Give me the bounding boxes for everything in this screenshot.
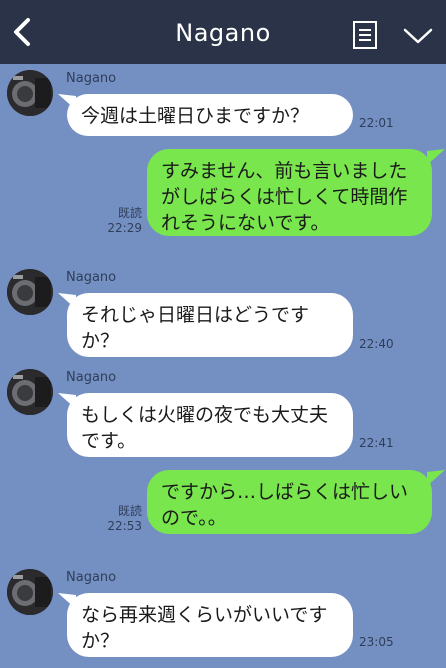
sender-name: Nagano [66, 570, 117, 585]
sender-name: Nagano [66, 370, 117, 385]
avatar-image [7, 569, 53, 615]
avatar[interactable] [7, 70, 53, 116]
message-time: 22:53 [107, 519, 142, 533]
message-bubble[interactable]: 今週は土曜日ひまですか？ [67, 94, 353, 136]
avatar-image [7, 269, 53, 315]
sender-name: Nagano [66, 71, 117, 86]
message-time: 22:01 [359, 116, 394, 130]
read-receipt: 既読 [117, 504, 142, 518]
expand-button[interactable] [402, 26, 434, 46]
avatar[interactable] [7, 569, 53, 615]
avatar[interactable] [7, 369, 53, 415]
avatar-image [7, 70, 53, 116]
message-meta: 既読 22:53 [104, 504, 142, 534]
message-bubble[interactable]: ですから…しばらくは忙しいので。。 [147, 470, 432, 534]
chevron-down-icon [403, 28, 433, 44]
bubble-tail [427, 149, 445, 165]
bubble-tail [427, 470, 445, 486]
menu-button[interactable] [350, 20, 380, 50]
message-bubble[interactable]: なら再来週くらいがいいですか？ [67, 593, 353, 657]
message-time: 22:41 [359, 436, 394, 450]
message-meta: 既読 22:29 [104, 206, 142, 236]
message-time: 23:05 [359, 635, 394, 649]
message-time: 22:40 [359, 337, 394, 351]
read-receipt: 既読 [117, 206, 142, 220]
sender-name: Nagano [66, 270, 117, 285]
message-bubble[interactable]: それじゃ日曜日はどうですか？ [67, 293, 353, 357]
message-time: 22:29 [107, 221, 142, 235]
avatar-image [7, 369, 53, 415]
note-list-icon [353, 21, 377, 49]
chat-header: Nagano [0, 0, 446, 64]
message-bubble[interactable]: もしくは火曜の夜でも大丈夫です。 [67, 393, 353, 457]
avatar[interactable] [7, 269, 53, 315]
message-bubble[interactable]: すみません、前も言いましたがしばらくは忙しくて時間作れそうにないです。 [147, 149, 432, 236]
